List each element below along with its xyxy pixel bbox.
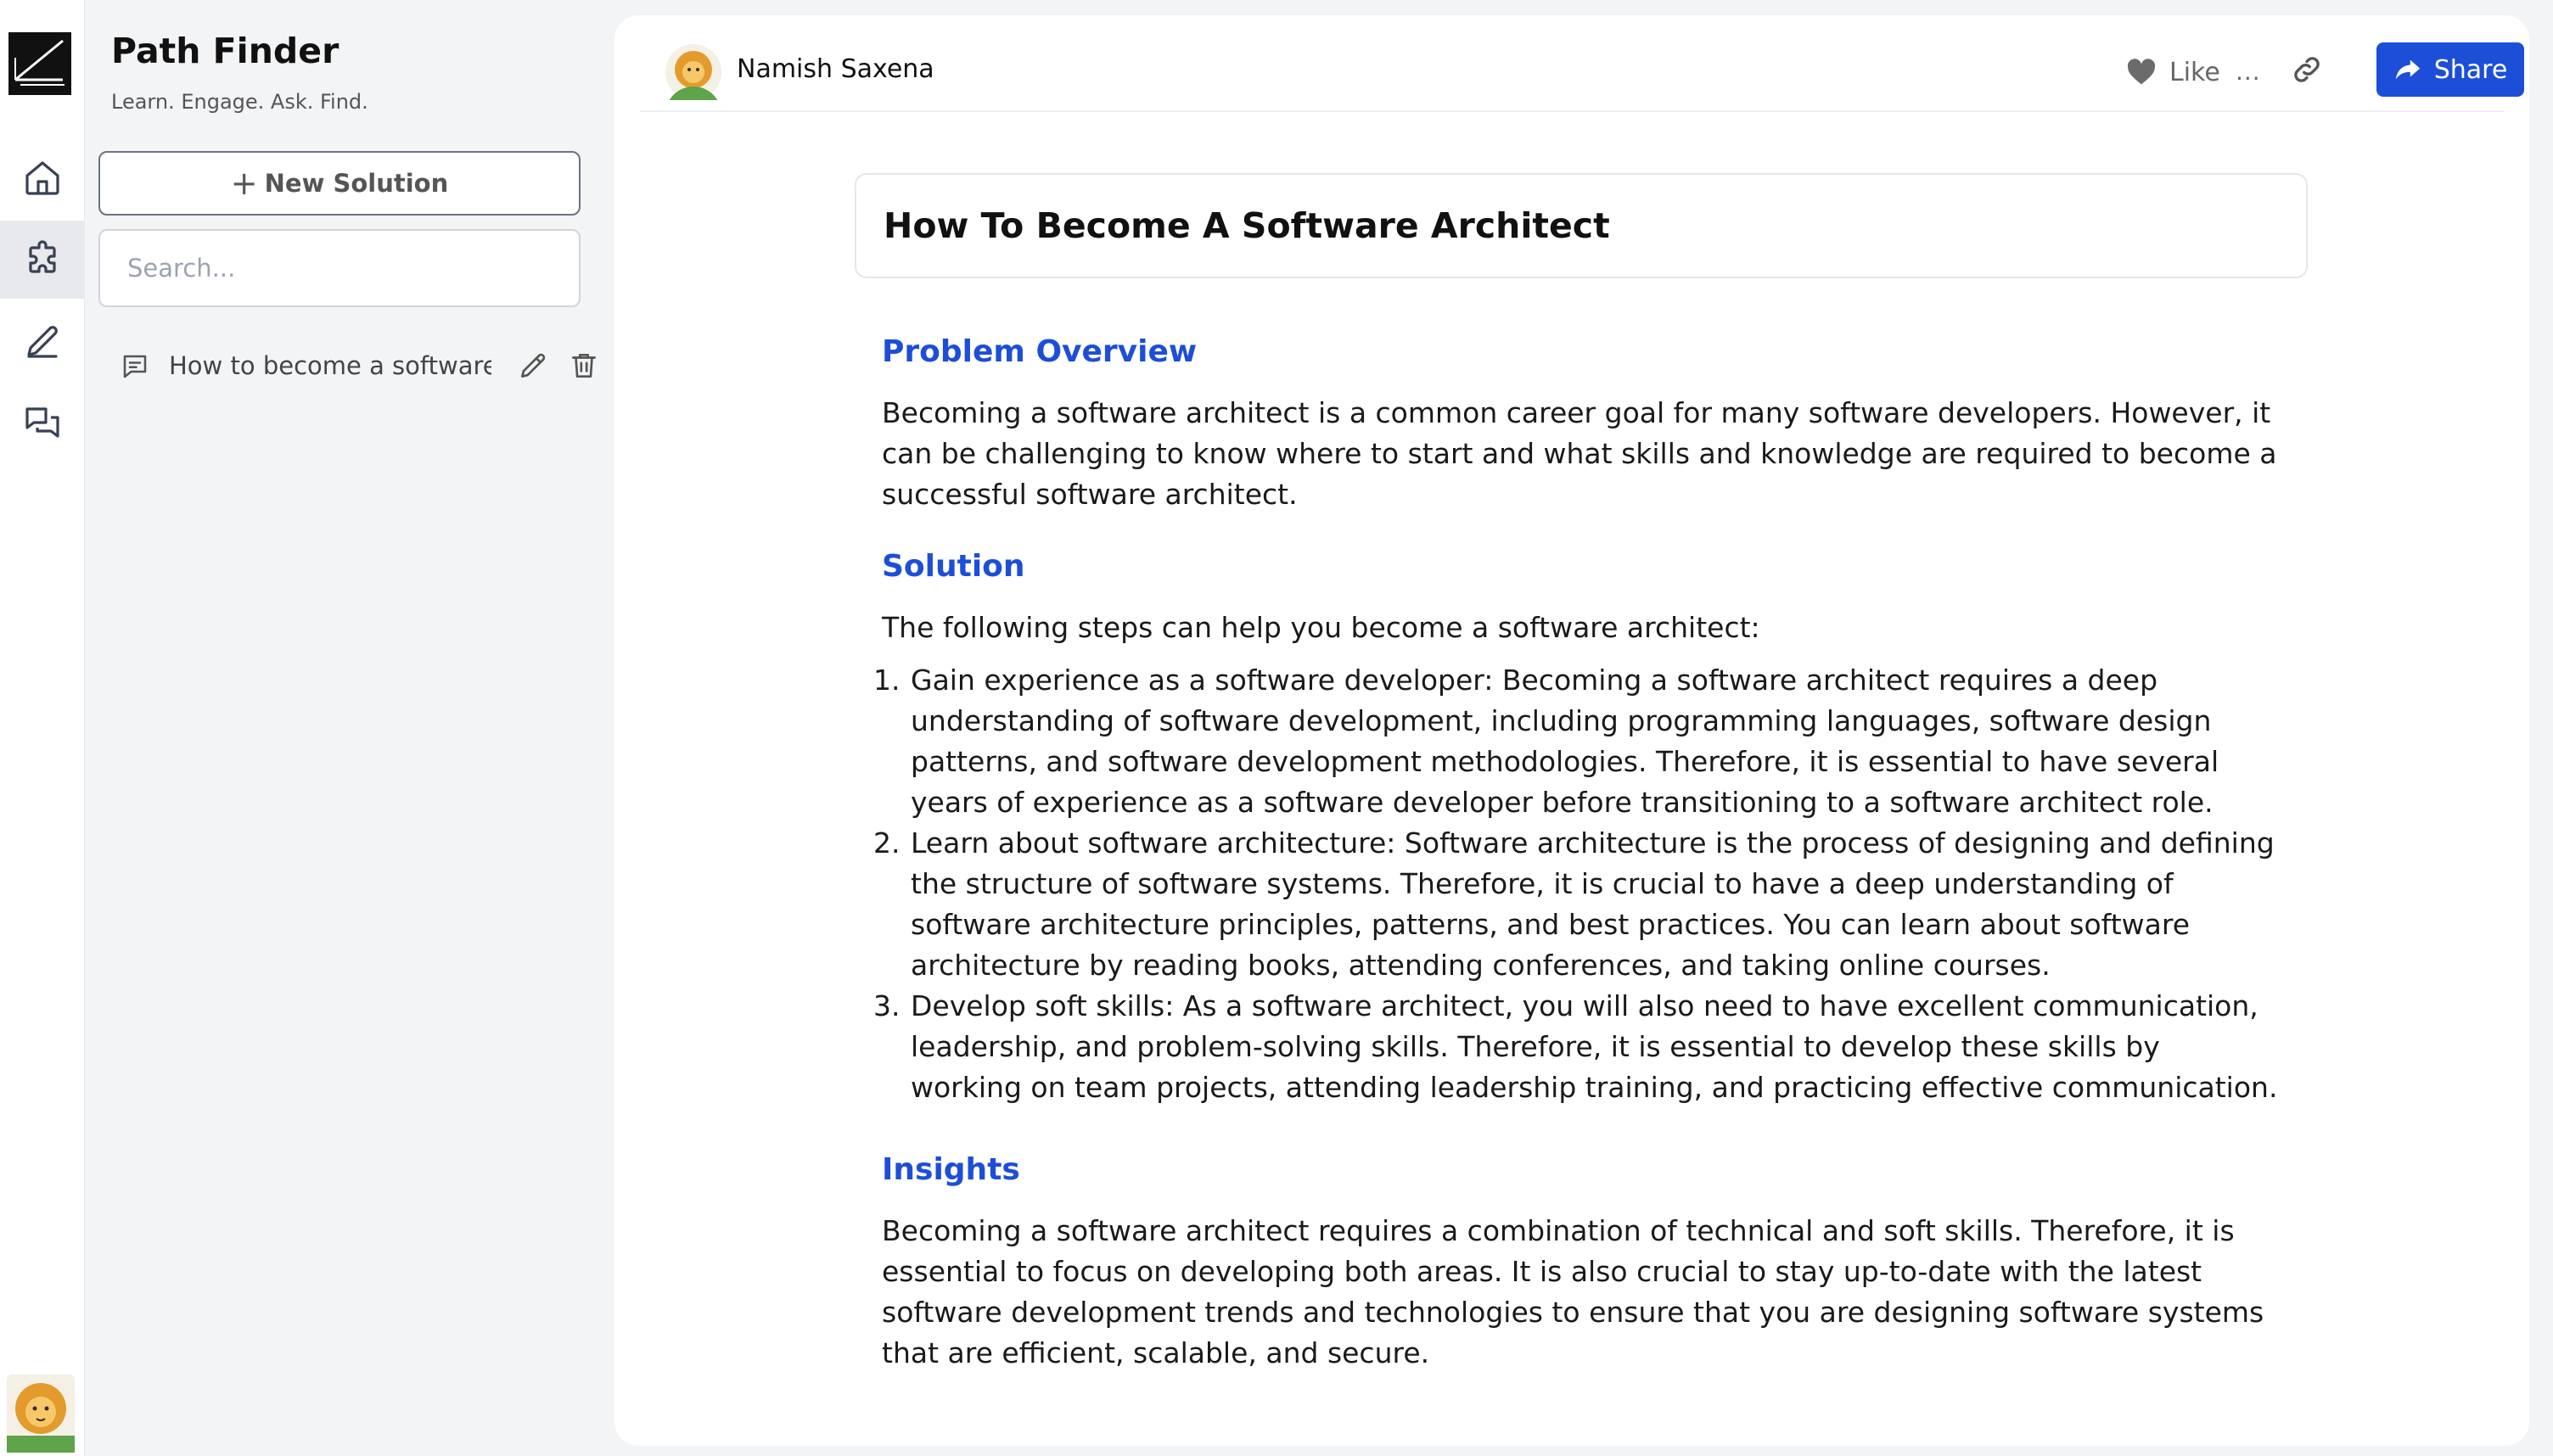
overview-heading: Problem Overview: [882, 334, 1198, 369]
solution-steps: Gain experience as a software developer:…: [882, 660, 2279, 1108]
puzzle-icon: [29, 240, 56, 273]
user-avatar[interactable]: [7, 1375, 75, 1453]
chat-icon: [25, 407, 59, 438]
plus-icon: +: [230, 165, 258, 202]
trash-icon[interactable]: [568, 350, 600, 382]
rail-write-button[interactable]: [0, 302, 85, 380]
edit-icon[interactable]: [517, 350, 549, 382]
main-panel: Namish Saxena Like ... Share How To Beco…: [614, 15, 2529, 1446]
app-title: Path Finder: [111, 31, 339, 71]
message-icon: [123, 355, 147, 378]
insights-heading: Insights: [882, 1152, 1020, 1187]
author-avatar: [665, 44, 721, 100]
app-logo-icon[interactable]: [8, 32, 71, 95]
article-title: How To Become A Software Architect: [855, 173, 2308, 278]
home-icon: [25, 161, 59, 195]
insights-text: Becoming a software architect requires a…: [882, 1214, 2264, 1369]
new-solution-label: New Solution: [264, 169, 449, 198]
solution-intro: The following steps can help you become …: [882, 611, 1760, 644]
article-topbar: Namish Saxena Like ... Share: [640, 15, 2524, 112]
rail-discuss-button[interactable]: [0, 384, 85, 462]
heart-icon: [2127, 59, 2156, 85]
article: How To Become A Software Architect Probl…: [855, 173, 2308, 1374]
like-label: Like: [2169, 57, 2220, 87]
search-input[interactable]: [98, 229, 581, 307]
share-button[interactable]: Share: [2376, 42, 2524, 97]
author-name[interactable]: Namish Saxena: [737, 54, 934, 84]
share-label: Share: [2433, 54, 2508, 85]
solution-heading: Solution: [882, 549, 1025, 584]
list-item-label: How to become a software architect: [169, 351, 491, 380]
more-options-button[interactable]: ...: [2236, 58, 2261, 86]
list-item: Gain experience as a software developer:…: [909, 660, 2279, 823]
new-solution-button[interactable]: + New Solution: [98, 151, 581, 216]
app-tagline: Learn. Engage. Ask. Find.: [111, 90, 368, 114]
list-item: Develop soft skills: As a software archi…: [909, 986, 2279, 1108]
sidebar: Path Finder Learn. Engage. Ask. Find. + …: [86, 0, 614, 1456]
pencil-icon: [27, 326, 58, 358]
rail-home-button[interactable]: [0, 139, 85, 217]
rail-solutions-button[interactable]: [0, 221, 85, 299]
list-item: Learn about software architecture: Softw…: [909, 823, 2279, 986]
icon-rail: [0, 0, 85, 1456]
link-icon[interactable]: [2290, 53, 2324, 87]
overview-text: Becoming a software architect is a commo…: [882, 396, 2277, 511]
list-item[interactable]: How to become a software architect: [120, 343, 597, 390]
share-arrow-icon: [2395, 59, 2420, 80]
like-button[interactable]: Like: [2125, 53, 2220, 92]
